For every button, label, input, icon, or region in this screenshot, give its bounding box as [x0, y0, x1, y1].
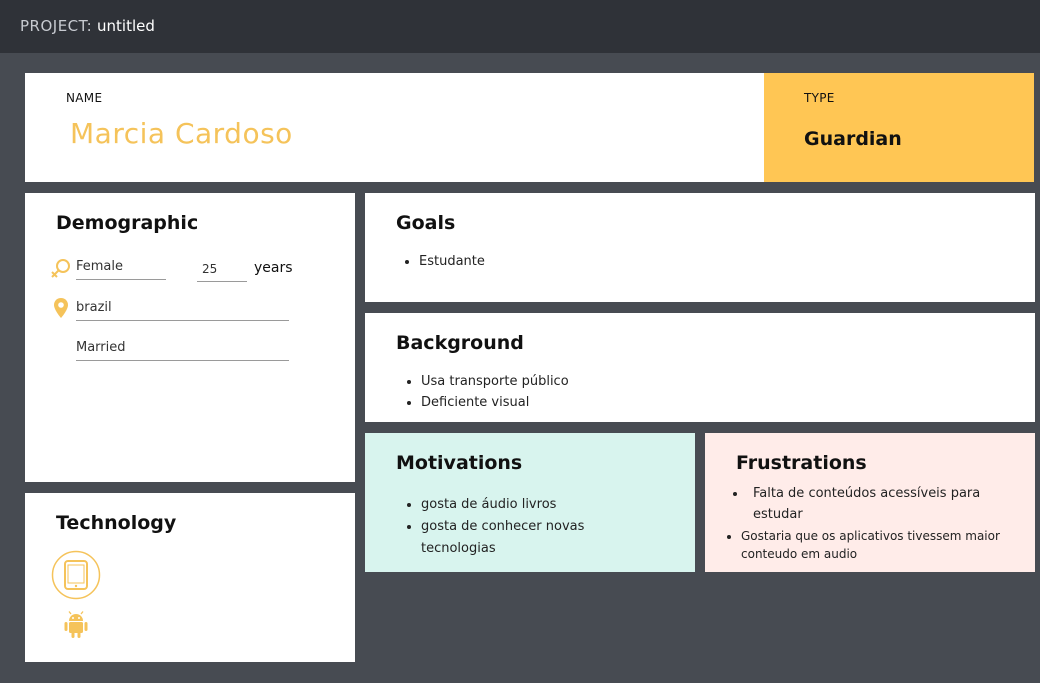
persona-type[interactable]: Guardian — [804, 128, 902, 150]
demographic-card: Demographic Female 25 years brazil Marri… — [25, 193, 355, 482]
list-item[interactable]: gosta de áudio livros — [421, 494, 631, 516]
background-card: Background Usa transporte público Defici… — [365, 313, 1035, 422]
location-field[interactable]: brazil — [76, 300, 289, 321]
persona-name[interactable]: Marcia Cardoso — [70, 117, 293, 150]
list-item[interactable]: Falta de conteúdos acessíveis para estud… — [747, 483, 1027, 525]
list-item[interactable]: Deficiente visual — [421, 395, 569, 411]
type-label: TYPE — [804, 91, 835, 105]
technology-title: Technology — [56, 512, 177, 534]
goals-list: Estudante — [395, 254, 485, 276]
background-list: Usa transporte público Deficiente visual — [397, 374, 569, 417]
gender-icon — [51, 259, 70, 278]
marital-status-field[interactable]: Married — [76, 340, 289, 361]
list-item[interactable]: Estudante — [419, 254, 485, 270]
name-card: NAME Marcia Cardoso — [25, 73, 764, 182]
age-field[interactable]: 25 — [197, 261, 247, 282]
list-item[interactable]: Usa transporte público — [421, 374, 569, 390]
goals-title: Goals — [396, 212, 456, 234]
goals-card: Goals Estudante — [365, 193, 1035, 302]
name-label: NAME — [66, 91, 103, 105]
top-bar: PROJECT: untitled — [0, 0, 1040, 53]
type-card: TYPE Guardian — [764, 73, 1034, 182]
motivations-card: Motivations gosta de áudio livros gosta … — [365, 433, 695, 572]
motivations-title: Motivations — [396, 452, 523, 474]
location-pin-icon — [54, 298, 68, 318]
frustrations-card: Frustrations Falta de conteúdos acessíve… — [705, 433, 1035, 572]
list-item[interactable]: gosta de conhecer novas tecnologias — [421, 516, 631, 560]
frustrations-title: Frustrations — [736, 452, 867, 474]
frustrations-list: Falta de conteúdos acessíveis para estud… — [729, 483, 1027, 569]
age-unit: years — [254, 260, 293, 276]
android-icon[interactable] — [63, 611, 89, 639]
background-title: Background — [396, 332, 524, 354]
technology-card: Technology — [25, 493, 355, 662]
project-label: PROJECT: — [20, 17, 93, 35]
list-item[interactable]: Gostaria que os aplicativos tivessem mai… — [741, 527, 1027, 563]
motivations-list: gosta de áudio livros gosta de conhecer … — [397, 494, 631, 560]
tablet-icon[interactable] — [51, 550, 101, 600]
project-name[interactable]: untitled — [97, 17, 155, 35]
gender-field[interactable]: Female — [76, 259, 166, 280]
demographic-title: Demographic — [56, 212, 199, 234]
